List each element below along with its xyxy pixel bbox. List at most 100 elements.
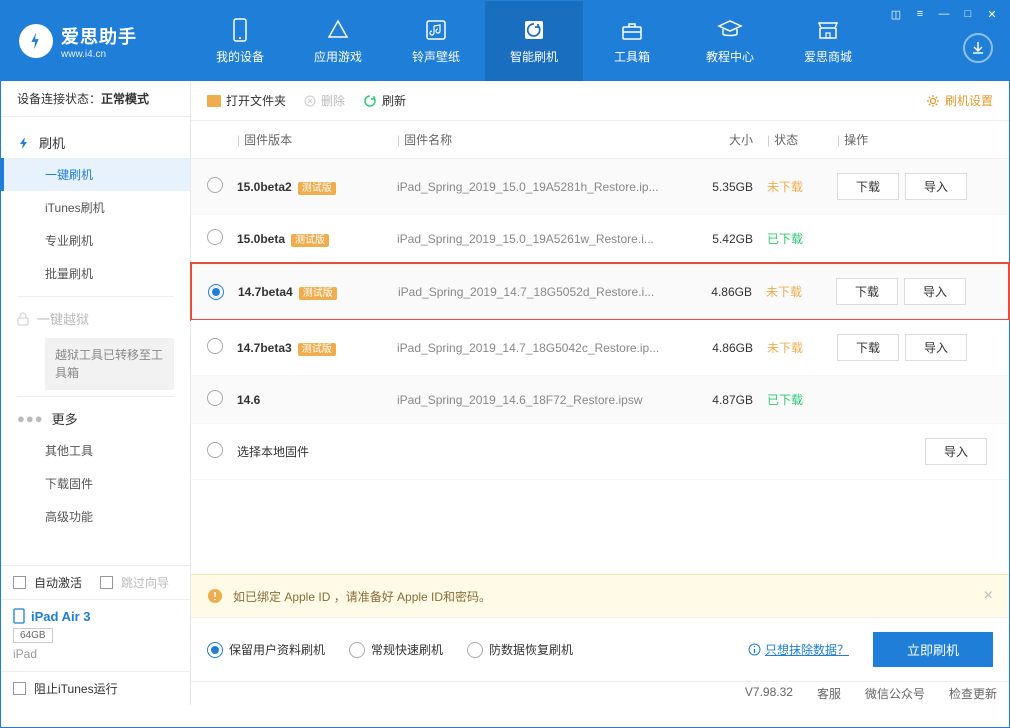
radio-local[interactable] [207,442,223,458]
window-controls: ◫ ≡ — □ ✕ [885,5,1003,23]
auto-activate-row: 自动激活 跳过向导 [1,566,190,599]
beta-badge: 测试版 [299,287,337,300]
nav-smart-flash[interactable]: 智能刷机 [485,1,583,81]
firmware-radio[interactable] [207,229,223,245]
download-button[interactable]: 下载 [837,334,899,361]
flash-opt-fast[interactable]: 常规快速刷机 [349,641,443,658]
firmware-list: 15.0beta2 测试版 iPad_Spring_2019_15.0_19A528… [191,159,1009,424]
close-icon[interactable]: ✕ [981,5,1003,23]
nav-store[interactable]: 爱思商城 [779,1,877,81]
maximize-icon[interactable]: □ [957,5,979,23]
download-manager-icon[interactable] [963,33,993,63]
sidebar-item-oneclick-flash[interactable]: 一键刷机 [1,158,190,191]
check-update-link[interactable]: 检查更新 [949,685,997,702]
firmware-size: 4.87GB [683,393,753,407]
toolbar: 打开文件夹 删除 刷新 刷机设置 [191,81,1009,121]
beta-badge: 测试版 [298,343,336,356]
refresh-button[interactable]: 刷新 [363,92,406,109]
import-button[interactable]: 导入 [905,173,967,200]
firmware-row[interactable]: 14.7beta3 测试版 iPad_Spring_2019_14.7_18G504… [191,320,1009,376]
nav-ringtones[interactable]: 铃声壁纸 [387,1,485,81]
firmware-row[interactable]: 14.6iPad_Spring_2019_14.6_18F72_Restore.… [191,376,1009,424]
sidebar-group-jailbreak: 一键越狱 [1,303,190,334]
import-local-button[interactable]: 导入 [925,438,987,465]
firmware-radio[interactable] [207,338,223,354]
firmware-status: 未下载 [753,178,823,195]
firmware-name: iPad_Spring_2019_15.0_19A5281h_Restore.i… [397,180,683,194]
apple-id-banner: 如已绑定 Apple ID ，请准备好 Apple ID和密码。 × [191,574,1009,617]
main-panel: 打开文件夹 删除 刷新 刷机设置 |固件版本 |固件名称 大小 |状态 |操作 … [191,81,1009,705]
menu-icon[interactable]: ≡ [909,5,931,23]
nav-tutorials[interactable]: 教程中心 [681,1,779,81]
flash-now-button[interactable]: 立即刷机 [873,632,993,667]
firmware-row[interactable]: 15.0beta 测试版 iPad_Spring_2019_15.0_19A5261… [191,215,1009,263]
nav-my-device[interactable]: 我的设备 [191,1,289,81]
logo-icon [19,24,53,58]
firmware-radio[interactable] [207,390,223,406]
device-card[interactable]: iPad Air 3 64GB iPad [1,599,190,671]
firmware-status: 已下载 [753,391,823,408]
download-button[interactable]: 下载 [836,278,898,305]
logo: 爱思助手 www.i4.cn [1,23,191,60]
wechat-link[interactable]: 微信公众号 [865,685,925,702]
version-label: V7.98.32 [745,685,793,702]
refresh-icon [363,94,377,108]
brand-title: 爱思助手 [61,23,137,49]
firmware-status: 未下载 [752,283,822,300]
banner-close-icon[interactable]: × [984,587,993,605]
firmware-row[interactable]: 14.7beta4 测试版 iPad_Spring_2019_14.7_18G505… [190,262,1010,321]
flash-opt-keep-data[interactable]: 保留用户资料刷机 [207,641,325,658]
sidebar: 设备连接状态：正常模式 刷机 一键刷机 iTunes刷机 专业刷机 批量刷机 一… [1,81,191,705]
import-button[interactable]: 导入 [905,334,967,361]
firmware-size: 5.35GB [683,180,753,194]
device-storage: 64GB [13,628,53,643]
firmware-version: 14.7beta3 [237,341,292,355]
sidebar-group-flash[interactable]: 刷机 [1,127,190,158]
sidebar-item-batch-flash[interactable]: 批量刷机 [1,257,190,290]
open-folder-button[interactable]: 打开文件夹 [207,92,286,109]
firmware-name: iPad_Spring_2019_14.7_18G5052d_Restore.i… [398,285,682,299]
delete-button[interactable]: 删除 [304,92,345,109]
firmware-size: 4.86GB [683,341,753,355]
sidebar-item-download-fw[interactable]: 下载固件 [1,467,190,500]
local-firmware-row[interactable]: 选择本地固件 导入 [191,424,1009,480]
gear-icon [926,94,940,108]
skip-guide-checkbox[interactable] [100,576,113,589]
firmware-radio[interactable] [207,177,223,193]
firmware-name: iPad_Spring_2019_15.0_19A5261w_Restore.i… [397,232,683,246]
flash-settings-button[interactable]: 刷机设置 [926,92,993,109]
firmware-name: iPad_Spring_2019_14.7_18G5042c_Restore.i… [397,341,683,355]
firmware-radio[interactable] [208,284,224,300]
service-link[interactable]: 客服 [817,685,841,702]
import-button[interactable]: 导入 [904,278,966,305]
firmware-version: 15.0beta [237,232,285,246]
firmware-version: 14.6 [237,393,260,407]
sidebar-item-pro-flash[interactable]: 专业刷机 [1,224,190,257]
beta-badge: 测试版 [298,182,336,195]
beta-badge: 测试版 [291,234,329,247]
skin-icon[interactable]: ◫ [885,5,907,23]
minimize-icon[interactable]: — [933,5,955,23]
warning-icon [207,588,223,604]
firmware-size: 5.42GB [683,232,753,246]
download-button[interactable]: 下载 [837,173,899,200]
status-bar: V7.98.32 客服 微信公众号 检查更新 [191,681,1009,705]
firmware-version: 15.0beta2 [237,180,292,194]
delete-icon [304,95,316,107]
device-type: iPad [13,647,178,661]
firmware-version: 14.7beta4 [238,285,293,299]
firmware-row[interactable]: 15.0beta2 测试版 iPad_Spring_2019_15.0_19A528… [191,159,1009,215]
flash-opt-anti-recovery[interactable]: 防数据恢复刷机 [467,641,573,658]
auto-activate-checkbox[interactable] [13,576,26,589]
jailbreak-note: 越狱工具已转移至工具箱 [45,338,174,390]
sidebar-group-more[interactable]: ●●●更多 [1,403,190,434]
nav-toolbox[interactable]: 工具箱 [583,1,681,81]
firmware-status: 已下载 [753,230,823,247]
sidebar-item-advanced[interactable]: 高级功能 [1,500,190,533]
block-itunes-checkbox[interactable] [13,682,26,695]
brand-subtitle: www.i4.cn [61,49,137,60]
sidebar-item-itunes-flash[interactable]: iTunes刷机 [1,191,190,224]
sidebar-item-other-tools[interactable]: 其他工具 [1,434,190,467]
nav-apps[interactable]: 应用游戏 [289,1,387,81]
erase-only-link[interactable]: 只想抹除数据？ [748,641,849,658]
